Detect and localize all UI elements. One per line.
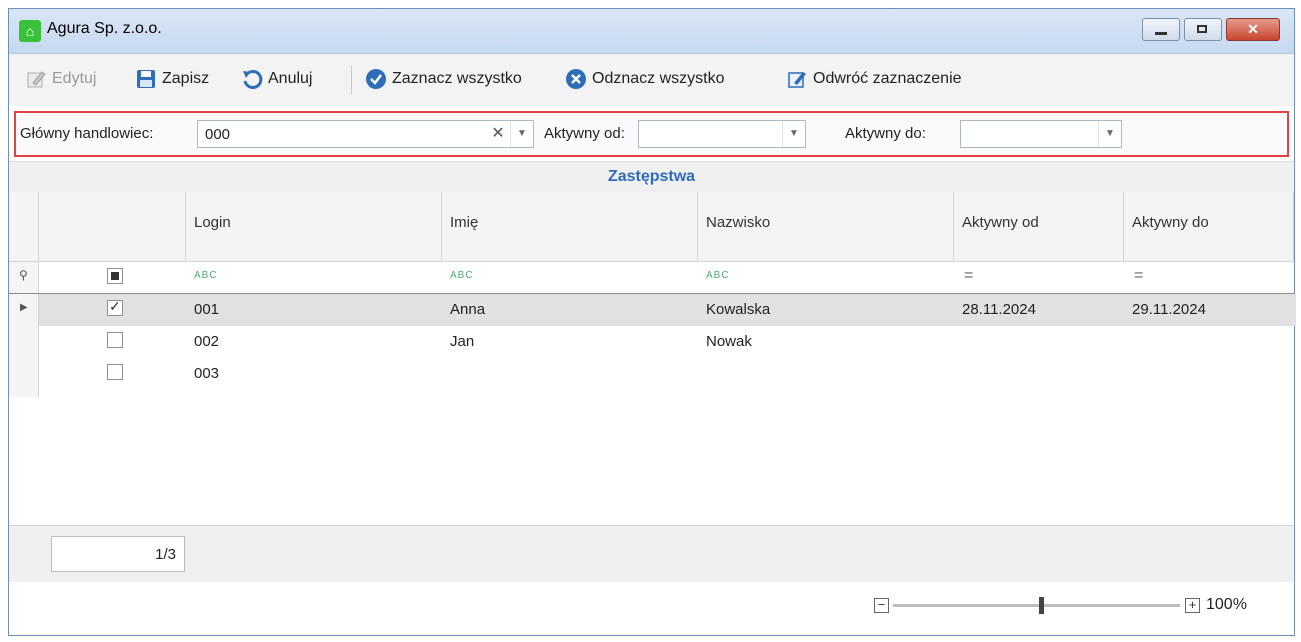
cell-login: 001	[194, 301, 220, 318]
data-grid: Login Imię Nazwisko Aktywny od Aktywny d…	[9, 192, 1296, 525]
column-label: Login	[194, 214, 231, 231]
toolbar: Edytuj Zapisz Anuluj Zaznacz wszystko Od…	[9, 54, 1294, 106]
cell-active-from: 28.11.2024	[962, 301, 1036, 318]
invert-selection-button[interactable]: Odwróć zaznaczenie	[786, 66, 962, 92]
current-row-arrow-icon: ▶	[20, 302, 28, 313]
active-from-date[interactable]: ▼	[638, 120, 806, 148]
window-title: Agura Sp. z.o.o.	[47, 20, 162, 37]
record-counter: 1/3	[51, 536, 185, 572]
cell-first-name: Jan	[450, 333, 475, 350]
column-label: Imię	[450, 214, 479, 231]
filter-row: ⚲ ABC ABC ABC = =	[9, 262, 1294, 294]
cancel-button[interactable]: Anuluj	[241, 66, 312, 92]
chevron-down-icon[interactable]: ▼	[510, 121, 533, 147]
minimize-icon	[1155, 32, 1167, 35]
edit-pencil-icon	[786, 68, 808, 90]
zoom-level: 100%	[1206, 596, 1247, 613]
column-label: Aktywny do	[1132, 214, 1209, 231]
column-header-last-name[interactable]: Nazwisko	[698, 192, 954, 262]
cell-last-name: Kowalska	[706, 301, 771, 318]
select-all-button[interactable]: Zaznacz wszystko	[365, 66, 522, 92]
minimize-button[interactable]	[1142, 18, 1180, 41]
main-window: ⌂ Agura Sp. z.o.o. ✕ Edytuj Zapisz Anulu…	[8, 8, 1296, 636]
zoom-in-button[interactable]: +	[1185, 598, 1200, 613]
row-checkbox[interactable]	[107, 298, 123, 316]
cancel-label: Anuluj	[268, 70, 313, 87]
maximize-button[interactable]	[1184, 18, 1222, 41]
deselect-all-label: Odznacz wszystko	[592, 70, 725, 87]
column-label: Aktywny od	[962, 214, 1039, 231]
undo-icon	[241, 68, 263, 90]
cell-login: 003	[194, 365, 220, 382]
clear-icon[interactable]: ✕	[487, 121, 509, 147]
cell-first-name: Anna	[450, 301, 486, 318]
filter-pin-icon: ⚲	[19, 268, 28, 282]
save-button[interactable]: Zapisz	[135, 66, 209, 92]
cell-login: 002	[194, 333, 220, 350]
grid-footer: 1/3	[9, 525, 1294, 582]
edit-button[interactable]: Edytuj	[25, 66, 96, 92]
edit-icon	[25, 68, 47, 90]
table-row[interactable]: 001 Anna Kowalska 28.11.2024 29.11.2024	[39, 294, 1296, 326]
status-bar: − + 100%	[9, 582, 1294, 635]
record-counter-text: 1/3	[155, 546, 176, 563]
column-header-active-from[interactable]: Aktywny od	[954, 192, 1124, 262]
column-header-login[interactable]: Login	[186, 192, 442, 262]
invert-selection-label: Odwróć zaznaczenie	[813, 70, 962, 87]
filter-bar: Główny handlowiec: 000 ✕ ▼ Aktywny od: ▼…	[14, 111, 1289, 157]
table-row[interactable]: 002 Jan Nowak	[39, 326, 1296, 358]
text-filter-icon[interactable]: ABC	[706, 270, 730, 281]
title-bar: ⌂ Agura Sp. z.o.o. ✕	[9, 9, 1294, 54]
text-filter-icon[interactable]: ABC	[194, 270, 218, 281]
check-circle-icon	[365, 68, 387, 90]
row-checkbox[interactable]	[107, 332, 123, 348]
table-row[interactable]: 003	[39, 358, 1296, 390]
select-all-label: Zaznacz wszystko	[392, 70, 522, 87]
equals-filter-icon[interactable]: =	[1134, 267, 1143, 285]
zoom-slider-track[interactable]	[893, 604, 1180, 607]
main-salesman-combo[interactable]: 000 ✕ ▼	[197, 120, 534, 148]
main-salesman-value: 000	[205, 126, 231, 143]
save-icon	[135, 68, 157, 90]
column-header-active-to[interactable]: Aktywny do	[1124, 192, 1294, 262]
main-salesman-label: Główny handlowiec:	[20, 125, 154, 142]
cell-last-name: Nowak	[706, 333, 752, 350]
zoom-out-button[interactable]: −	[874, 598, 889, 613]
zoom-slider-thumb[interactable]	[1039, 597, 1044, 614]
header-corner	[9, 192, 39, 262]
chevron-down-icon[interactable]: ▼	[782, 121, 805, 147]
equals-filter-icon[interactable]: =	[964, 267, 973, 285]
cell-active-to: 29.11.2024	[1132, 301, 1206, 318]
edit-label: Edytuj	[52, 70, 97, 87]
column-header-first-name[interactable]: Imię	[442, 192, 698, 262]
deselect-all-button[interactable]: Odznacz wszystko	[565, 66, 724, 92]
close-button[interactable]: ✕	[1226, 18, 1280, 41]
save-label: Zapisz	[162, 70, 210, 87]
x-circle-icon	[565, 68, 587, 90]
toolbar-separator	[351, 66, 352, 94]
select-all-checkbox[interactable]	[107, 268, 123, 284]
chevron-down-icon[interactable]: ▼	[1098, 121, 1121, 147]
column-label: Nazwisko	[706, 214, 771, 231]
active-to-date[interactable]: ▼	[960, 120, 1122, 148]
text-filter-icon[interactable]: ABC	[450, 270, 474, 281]
grid-title: Zastępstwa	[9, 161, 1294, 193]
maximize-icon	[1197, 25, 1207, 33]
active-from-label: Aktywny od:	[544, 125, 625, 142]
basket-icon: ⌂	[19, 20, 41, 42]
row-checkbox[interactable]	[107, 364, 123, 380]
active-to-label: Aktywny do:	[845, 125, 926, 142]
header-checkbox[interactable]	[39, 192, 186, 262]
